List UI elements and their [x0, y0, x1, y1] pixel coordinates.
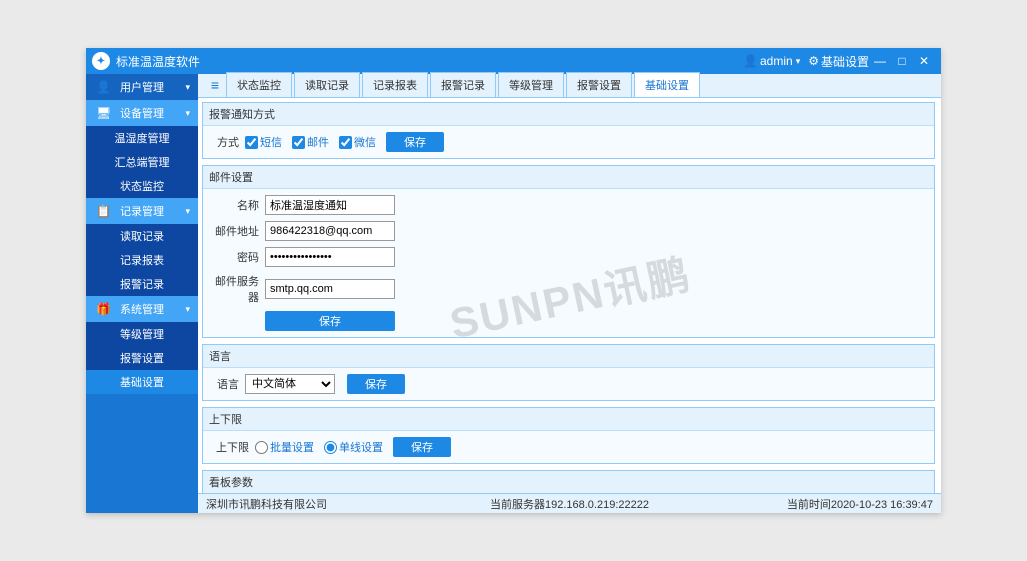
panel-language: 语言 语言 中文简体 保存: [202, 344, 935, 401]
panel-title: 报警通知方式: [203, 103, 934, 126]
panel-title: 上下限: [203, 408, 934, 431]
tab-record-report[interactable]: 记录报表: [362, 72, 428, 97]
panel-notify: 报警通知方式 方式 短信 邮件 微信 保存: [202, 102, 935, 159]
titlebar: ✦ 标准温温度软件 👤 admin ▾ ⚙ 基础设置 — □ ✕: [86, 48, 941, 74]
maximize-button[interactable]: □: [891, 54, 913, 68]
gear-icon: ⚙: [808, 54, 819, 68]
gift-icon: 🎁: [96, 302, 111, 316]
content-scroll[interactable]: SUNPN讯鹏 报警通知方式 方式 短信 邮件 微信 保存 邮件设: [198, 98, 941, 493]
settings-link[interactable]: ⚙ 基础设置: [808, 53, 869, 70]
panel-limit: 上下限 上下限 批量设置 单线设置 保存: [202, 407, 935, 464]
mail-addr-input[interactable]: [265, 221, 395, 241]
language-select[interactable]: 中文简体: [245, 374, 335, 394]
sidebar-item-status[interactable]: 状态监控: [86, 174, 198, 198]
hamburger-icon[interactable]: ≡: [204, 73, 226, 97]
clipboard-icon: 📋: [96, 204, 111, 218]
tab-status[interactable]: 状态监控: [226, 72, 292, 97]
user-menu[interactable]: 👤 admin ▾: [743, 54, 800, 68]
status-time: 当前时间2020-10-23 16:39:47: [691, 496, 933, 512]
panel-title: 看板参数: [203, 471, 934, 493]
sidebar-item-level[interactable]: 等级管理: [86, 322, 198, 346]
sidebar-item-temp-humidity[interactable]: 温湿度管理: [86, 126, 198, 150]
tab-read-record[interactable]: 读取记录: [294, 72, 360, 97]
tab-basic-settings[interactable]: 基础设置: [634, 72, 700, 97]
settings-label: 基础设置: [821, 53, 869, 70]
status-server: 当前服务器192.168.0.219:22222: [448, 496, 690, 512]
tab-level[interactable]: 等级管理: [498, 72, 564, 97]
mail-pwd-input[interactable]: [265, 247, 395, 267]
chevron-down-icon: ▾: [185, 206, 190, 217]
checkbox-sms[interactable]: [245, 136, 258, 149]
minimize-button[interactable]: —: [869, 54, 891, 68]
sidebar-item-record-report[interactable]: 记录报表: [86, 248, 198, 272]
radio-batch[interactable]: [255, 441, 268, 454]
sidebar-item-read-record[interactable]: 读取记录: [86, 224, 198, 248]
user-name: admin: [760, 54, 793, 68]
panel-title: 邮件设置: [203, 166, 934, 189]
sidebar-group-system[interactable]: 🎁系统管理▾: [86, 296, 198, 322]
monitor-icon: 🖥: [96, 106, 111, 120]
app-title: 标准温温度软件: [116, 53, 200, 70]
main-area: ≡ 状态监控 读取记录 记录报表 报警记录 等级管理 报警设置 基础设置 SUN…: [198, 74, 941, 513]
mail-server-input[interactable]: [265, 279, 395, 299]
status-bar: 深圳市讯鹏科技有限公司 当前服务器192.168.0.219:22222 当前时…: [198, 493, 941, 513]
sidebar-group-user[interactable]: 👤用户管理▾: [86, 74, 198, 100]
close-button[interactable]: ✕: [913, 54, 935, 68]
chevron-down-icon: ▾: [796, 56, 801, 67]
save-button[interactable]: 保存: [347, 374, 405, 394]
sidebar-group-device[interactable]: 🖥设备管理▾: [86, 100, 198, 126]
status-company: 深圳市讯鹏科技有限公司: [206, 496, 448, 512]
application-window: ✦ 标准温温度软件 👤 admin ▾ ⚙ 基础设置 — □ ✕ 👤用户管理▾ …: [86, 48, 941, 513]
app-logo-icon: ✦: [92, 52, 110, 70]
notify-label: 方式: [211, 134, 239, 150]
sidebar: 👤用户管理▾ 🖥设备管理▾ 温湿度管理 汇总端管理 状态监控 📋记录管理▾ 读取…: [86, 74, 198, 513]
save-button[interactable]: 保存: [393, 437, 451, 457]
chevron-down-icon: ▾: [185, 108, 190, 119]
sidebar-item-alarm-settings[interactable]: 报警设置: [86, 346, 198, 370]
checkbox-email[interactable]: [292, 136, 305, 149]
chevron-down-icon: ▾: [185, 304, 190, 315]
sidebar-group-record[interactable]: 📋记录管理▾: [86, 198, 198, 224]
tab-bar: ≡ 状态监控 读取记录 记录报表 报警记录 等级管理 报警设置 基础设置: [198, 74, 941, 98]
sidebar-item-summary[interactable]: 汇总端管理: [86, 150, 198, 174]
radio-single[interactable]: [324, 441, 337, 454]
user-icon: 👤: [96, 80, 111, 94]
save-button[interactable]: 保存: [265, 311, 395, 331]
save-button[interactable]: 保存: [386, 132, 444, 152]
tab-alarm-settings[interactable]: 报警设置: [566, 72, 632, 97]
panel-title: 语言: [203, 345, 934, 368]
panel-mail: 邮件设置 名称 邮件地址 密码 邮件服务器 保存: [202, 165, 935, 338]
mail-name-input[interactable]: [265, 195, 395, 215]
chevron-down-icon: ▾: [185, 82, 190, 93]
sidebar-item-alarm-record[interactable]: 报警记录: [86, 272, 198, 296]
user-icon: 👤: [743, 54, 758, 68]
checkbox-wechat[interactable]: [339, 136, 352, 149]
tab-alarm-record[interactable]: 报警记录: [430, 72, 496, 97]
sidebar-item-basic-settings[interactable]: 基础设置: [86, 370, 198, 394]
panel-kanban: 看板参数 记录间隔 小时 分钟 秒 温度上限 温度下限 湿度上限 湿度下限: [202, 470, 935, 493]
